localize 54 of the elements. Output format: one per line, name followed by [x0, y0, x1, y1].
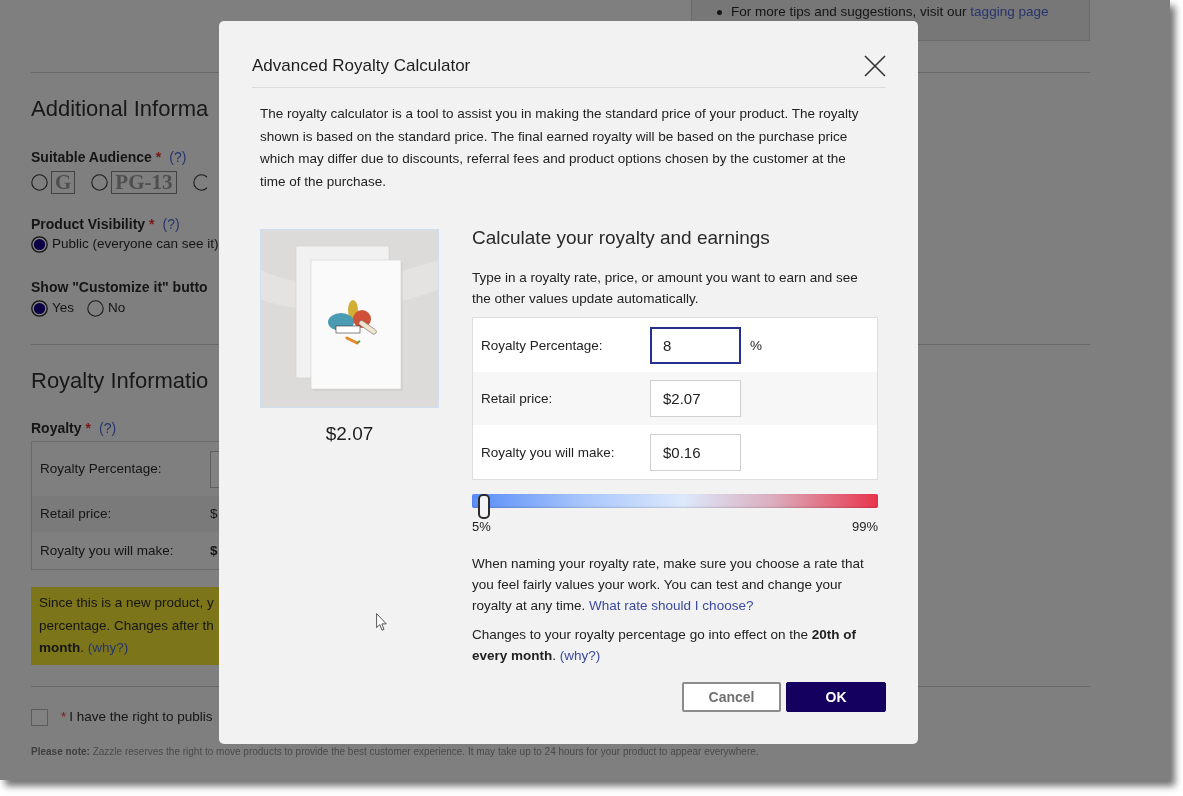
radio-button[interactable]: [31, 235, 48, 253]
product-price: $2.07: [325, 422, 374, 446]
cursor-icon: [376, 613, 387, 631]
required-asterisk: *: [85, 419, 92, 437]
advice-text: When naming your royalty rate, make sure you choose a rate that you feel fairly values your work. You can test and change your royalty at any time. What rate should I choose?: [472, 554, 865, 615]
radio-button[interactable]: [31, 299, 48, 317]
option-label: No: [108, 299, 126, 317]
required-asterisk: *: [61, 708, 67, 726]
why-link[interactable]: (why?): [559, 647, 601, 663]
close-icon[interactable]: [864, 55, 886, 77]
percentage-input[interactable]: [210, 450, 219, 488]
option-label: Yes: [52, 299, 75, 317]
section-heading: Royalty Informatio: [31, 367, 209, 395]
row-label: Royalty Percentage:: [481, 336, 604, 355]
field-label: Suitable Audience: [31, 148, 152, 166]
row-label: Retail price:: [40, 505, 113, 523]
schedule-text: Changes to your royalty percentage go into effect on the 20th of every month. (why?): [472, 625, 857, 665]
percentage-input[interactable]: 8: [650, 326, 741, 364]
price-value: $: [210, 505, 218, 523]
row-label: Royalty you will make:: [40, 541, 175, 560]
radio-button[interactable]: [31, 173, 48, 191]
calculator-heading: Calculate your royalty and earnings: [472, 226, 770, 250]
rate-link[interactable]: What rate should I choose?: [589, 597, 754, 613]
option-label: Public (everyone can see it): [52, 235, 219, 253]
radio-button[interactable]: [87, 299, 105, 317]
price-input[interactable]: $2.07: [650, 380, 741, 417]
notice-text: Since this is a new product, y percentage. Changes after th month. (why?): [39, 594, 215, 657]
hint-text: Type in a royalty rate, price, or amount you want to earn and see the other values update automatically.: [472, 268, 859, 308]
section-heading: Additional Informa: [31, 95, 209, 123]
required-asterisk: *: [149, 215, 155, 233]
agreement-checkbox[interactable]: [31, 708, 48, 726]
max-label: 99%: [851, 519, 878, 535]
unit-label: %: [750, 336, 762, 355]
royalty-value: $: [210, 541, 218, 560]
row-label: Royalty you will make:: [481, 443, 616, 462]
field-label: Product Visibility: [31, 215, 146, 233]
dialog-title: Advanced Royalty Calculator: [252, 55, 471, 77]
field-label: Royalty: [31, 419, 82, 437]
royalty-slider[interactable]: [472, 494, 878, 520]
tips-text: For more tips and suggestions, visit our tagging page: [731, 3, 1049, 21]
required-asterisk: *: [155, 148, 162, 166]
bullet-icon: [717, 10, 722, 15]
row-label: Retail price:: [481, 390, 554, 408]
intro-text: The royalty calculator is a tool to assist you in making the standard price of your product. The royalty shown is based on the standard price. The final earned royalty will be based on the purchase price which may differ due to discounts, referral fees and product options chosen by the customer at the time of the purchase.: [260, 105, 860, 191]
royalty-input[interactable]: $0.16: [650, 433, 741, 471]
radio-button[interactable]: [192, 173, 207, 191]
row-label: Royalty Percentage:: [40, 460, 163, 478]
slider-thumb[interactable]: [478, 494, 491, 519]
ok-button[interactable]: OK: [786, 682, 886, 712]
cancel-button[interactable]: Cancel: [682, 682, 781, 712]
radio-button[interactable]: [91, 173, 109, 191]
min-label: 5%: [472, 519, 491, 535]
agreement-label: I have the right to publis: [69, 708, 213, 726]
field-label: Show "Customize it" butto: [31, 278, 208, 296]
